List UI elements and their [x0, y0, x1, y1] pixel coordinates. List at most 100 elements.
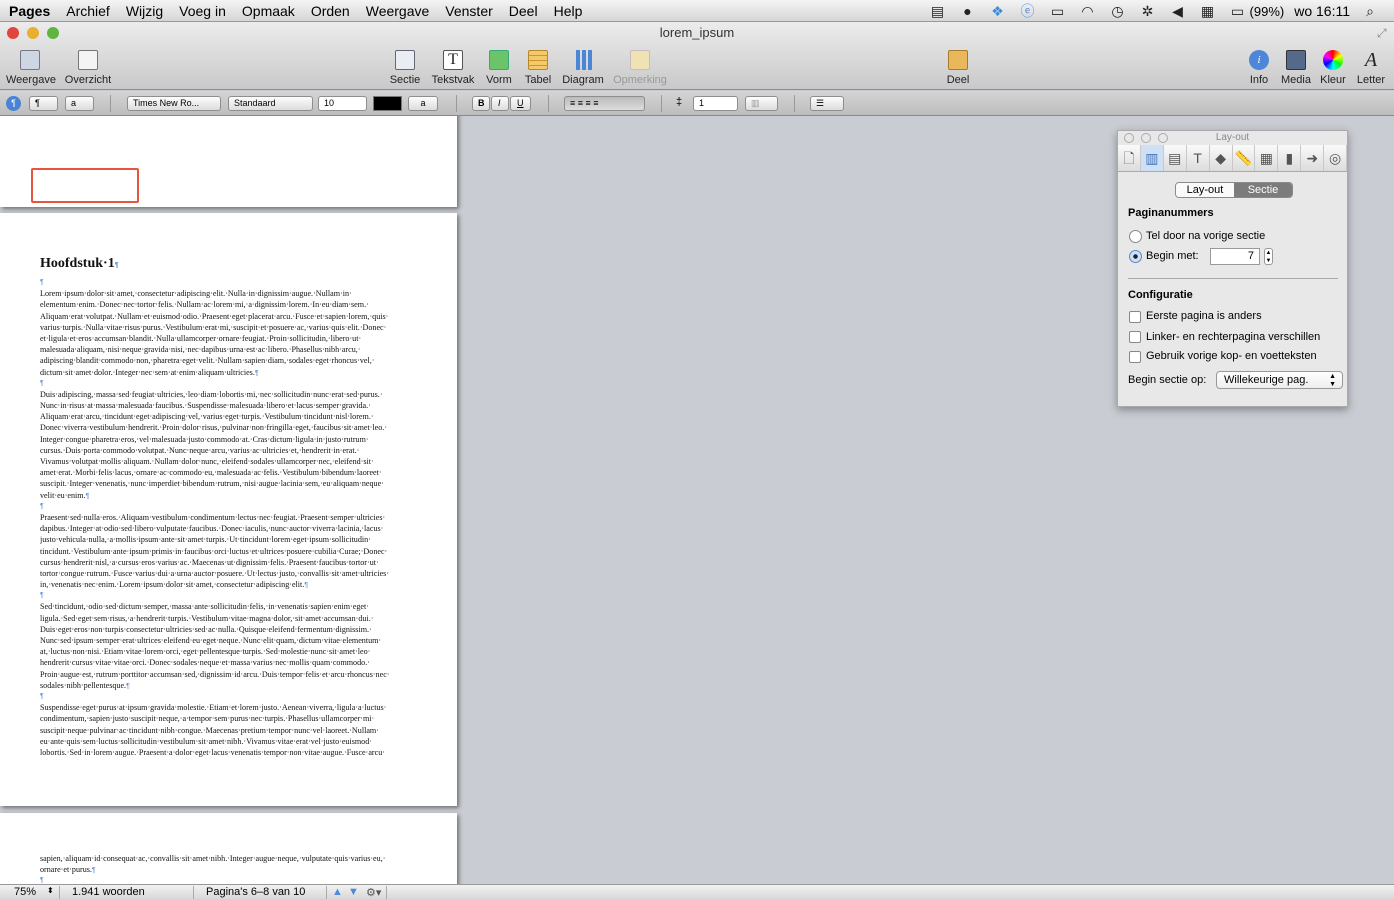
weergave-button[interactable]: Weergave [6, 50, 56, 86]
sectie-button[interactable]: Sectie [387, 50, 423, 86]
tekstvak-button[interactable]: T Tekstvak [429, 50, 477, 86]
kleur-button[interactable]: Kleur [1319, 50, 1347, 86]
divider [548, 95, 549, 112]
zoom-stepper-icon[interactable]: ⬍ [47, 886, 54, 895]
menu-wijzig[interactable]: Wijzig [118, 0, 171, 22]
layout-icon[interactable]: ▥ [1140, 145, 1164, 171]
page-8: sapien,·aliquam·id·consequat·ac,·convall… [0, 813, 457, 884]
wrap-icon[interactable]: ▤ [1164, 145, 1187, 171]
gear-icon[interactable]: ⚙▾ [366, 886, 381, 899]
begin-section-popup[interactable]: Willekeurige pag. ▲ ▼ [1216, 371, 1343, 389]
menu-help[interactable]: Help [546, 0, 591, 22]
start-number-stepper[interactable]: ▲ ▼ [1264, 248, 1273, 265]
table-icon[interactable]: ▦ [1255, 145, 1279, 171]
font-family-popup[interactable]: Times New Ro... [127, 96, 221, 111]
chart-icon[interactable]: ▮ [1278, 145, 1302, 171]
paragraph-style-popup[interactable]: ¶ [29, 96, 58, 111]
menu-app[interactable]: Pages [0, 0, 58, 22]
line-spacing-stepper[interactable]: 1 [693, 96, 738, 111]
bluetooth-icon[interactable]: ✲ [1138, 3, 1158, 20]
letter-button[interactable]: A Letter [1354, 50, 1388, 86]
menu-voeg-in[interactable]: Voeg in [171, 0, 234, 22]
calendar-icon[interactable]: ▦ [1198, 3, 1218, 20]
bold-button[interactable]: B [472, 96, 490, 111]
divider [1128, 278, 1338, 279]
italic-button[interactable]: I [491, 96, 509, 111]
pilcrow: ¶ [40, 502, 44, 510]
menu-orden[interactable]: Orden [303, 0, 358, 22]
volume-icon[interactable]: ◀ [1168, 3, 1188, 20]
vorm-button[interactable]: Vorm [484, 50, 514, 86]
next-page-icon[interactable]: ▼ [348, 886, 359, 898]
text-line: Donec·viverra·vestibulum·hendrerit.·Proi… [40, 423, 388, 433]
quicktime-icon[interactable]: ◎ [1324, 145, 1348, 171]
ruler-icon[interactable]: 📏 [1233, 145, 1256, 171]
pilcrow: ¶ [40, 592, 44, 600]
styles-drawer-button[interactable]: ¶ [6, 96, 21, 111]
document-icon[interactable]: 🗋 [1118, 145, 1141, 171]
display-icon[interactable]: ▭ [1048, 3, 1068, 20]
link-icon[interactable]: ➜ [1301, 145, 1325, 171]
list-popup[interactable]: ☰ [810, 96, 844, 111]
alignment-buttons[interactable]: ≡ ≡ ≡ ≡ [564, 96, 645, 111]
word-count[interactable]: 1.941 woorden [72, 886, 145, 898]
tab-lay-out[interactable]: Lay-out [1176, 183, 1234, 197]
page-body[interactable]: sapien,·aliquam·id·consequat·ac,·convall… [40, 853, 418, 884]
deel-button[interactable]: Deel [943, 50, 973, 86]
menu-archief[interactable]: Archief [58, 0, 118, 22]
wifi-icon[interactable]: ◠ [1078, 3, 1098, 20]
underline-button[interactable]: U [510, 96, 531, 111]
checkbox-previous-headers[interactable] [1129, 351, 1141, 363]
clock[interactable]: wo 16:11 [1294, 3, 1350, 19]
highlight-color-well[interactable]: a [408, 96, 438, 111]
media-button[interactable]: Media [1280, 50, 1312, 86]
page-6 [0, 116, 457, 207]
time-machine-icon[interactable]: ◷ [1108, 3, 1128, 20]
text-icon[interactable]: T [1187, 145, 1210, 171]
sectie-label: Sectie [389, 74, 421, 86]
clock-ball-icon[interactable]: ● [958, 3, 978, 19]
graphic-icon[interactable]: ◆ [1210, 145, 1233, 171]
checkbox-left-right[interactable] [1129, 331, 1141, 343]
pilcrow: ¶ [40, 279, 44, 286]
typeface-popup[interactable]: Standaard [228, 96, 313, 111]
fullscreen-icon[interactable]: ⤢ [1377, 26, 1387, 41]
checkbox-first-page[interactable] [1129, 311, 1141, 323]
menu-deel[interactable]: Deel [501, 0, 546, 22]
diagram-button[interactable]: Diagram [561, 50, 605, 86]
pilcrow: ¶ [40, 692, 44, 700]
info-button[interactable]: i Info [1247, 50, 1271, 86]
dropbox-icon[interactable]: ❖ [988, 3, 1008, 20]
text-color-well[interactable] [373, 96, 402, 111]
te-icon[interactable]: ⓔ [1018, 1, 1038, 21]
opmerking-button[interactable]: Opmerking [612, 50, 668, 86]
text-line: Aliquam·erat·arcu,·tincidunt·eget·adipis… [40, 412, 374, 422]
menu-venster[interactable]: Venster [437, 0, 500, 22]
panel-minimize-button[interactable] [1141, 133, 1151, 143]
tabel-button[interactable]: Tabel [523, 50, 553, 86]
panel-zoom-button[interactable] [1158, 133, 1168, 143]
info-icon: i [1249, 50, 1269, 70]
radio-start[interactable] [1129, 250, 1142, 263]
page-body[interactable]: Hoofdstuk·1¶ ¶ Lorem·ipsum·dolor·sit·amet… [40, 253, 418, 758]
wifi-film-icon[interactable]: ▤ [928, 3, 948, 20]
spotlight-icon[interactable]: ⌕ [1360, 3, 1380, 20]
radio-continue[interactable] [1129, 230, 1142, 243]
chapter-heading: Hoofdstuk·1¶ [40, 256, 119, 271]
comment-icon [630, 50, 650, 70]
panel-close-button[interactable] [1124, 133, 1134, 143]
divider [59, 886, 60, 899]
overzicht-button[interactable]: Overzicht [62, 50, 114, 86]
start-number-field[interactable]: 7 [1210, 248, 1260, 265]
columns-popup[interactable]: ▥ [745, 96, 778, 111]
previous-page-icon[interactable]: ▲ [332, 886, 343, 898]
character-style-popup[interactable]: a [65, 96, 94, 111]
zoom-popup[interactable]: 75% [14, 886, 36, 898]
font-size-combo[interactable]: 10 [318, 96, 367, 111]
menu-opmaak[interactable]: Opmaak [234, 0, 303, 22]
battery-icon[interactable]: ▭ [1228, 3, 1248, 20]
text-line: et·ligula·et·eros·accumsan·blandit.·Null… [40, 333, 362, 343]
tabel-label: Tabel [524, 74, 552, 86]
tab-sectie[interactable]: Sectie [1234, 183, 1292, 197]
menu-weergave[interactable]: Weergave [358, 0, 438, 22]
